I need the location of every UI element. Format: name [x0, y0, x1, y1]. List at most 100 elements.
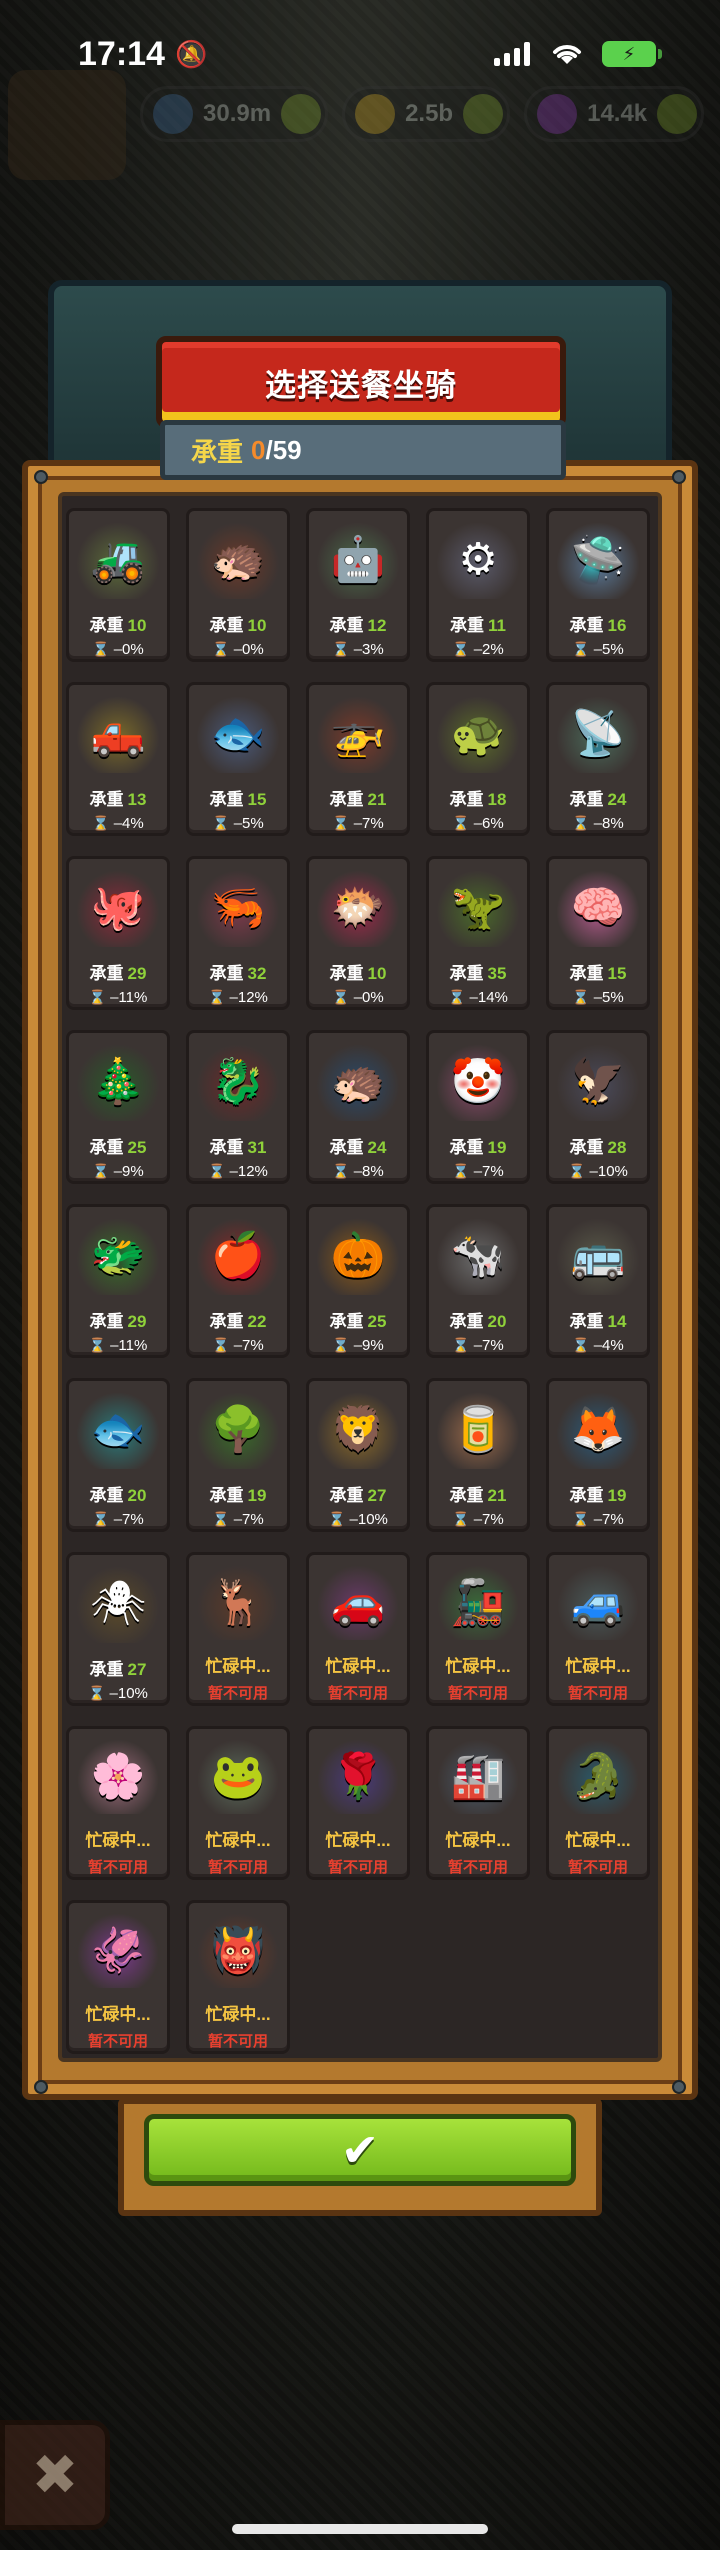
- mount-card[interactable]: 🛻 承重 13 ⌛ –4%: [66, 682, 170, 836]
- home-indicator[interactable]: [232, 2524, 488, 2534]
- mount-portrait: 🌹: [317, 1739, 399, 1814]
- mount-card[interactable]: 🛸 承重 16 ⌛ –5%: [546, 508, 650, 662]
- mount-card[interactable]: 🐲 承重 29 ⌛ –11%: [66, 1204, 170, 1358]
- resource-bar: 30.9m 2.5b 14.4k: [140, 86, 705, 142]
- confirm-button[interactable]: ✔: [144, 2114, 576, 2186]
- capacity-value: 10: [367, 964, 387, 983]
- mount-capacity: 承重 22: [210, 1307, 267, 1332]
- capacity-value: 22: [247, 1312, 267, 1331]
- mount-unavailable-note: 暂不可用: [447, 1685, 508, 1702]
- mount-busy-status: 忙碌中...: [205, 2005, 271, 2024]
- mount-card[interactable]: 🚂 忙碌中... 暂不可用: [426, 1552, 530, 1706]
- capacity-value: 15: [247, 790, 267, 809]
- add-resource-button[interactable]: [657, 94, 698, 134]
- mount-card[interactable]: 🍎 承重 22 ⌛ –7%: [186, 1204, 290, 1358]
- hourglass-icon: ⌛: [92, 815, 110, 831]
- hourglass-icon: ⌛: [88, 1685, 106, 1701]
- mount-unavailable-note: 暂不可用: [567, 1685, 628, 1702]
- mount-card[interactable]: 🐟 承重 20 ⌛ –7%: [66, 1378, 170, 1532]
- mount-time-bonus: ⌛ –7%: [212, 1511, 263, 1528]
- mount-card[interactable]: 🐊 忙碌中... 暂不可用: [546, 1726, 650, 1880]
- mount-unavailable-note: 暂不可用: [447, 1859, 508, 1876]
- mount-icon: 🐸: [210, 1751, 266, 1801]
- mount-card[interactable]: 🚗 忙碌中... 暂不可用: [306, 1552, 410, 1706]
- mount-card[interactable]: 🏭 忙碌中... 暂不可用: [426, 1726, 530, 1880]
- time-reduction-value: –7%: [233, 1337, 264, 1354]
- add-resource-button[interactable]: [281, 94, 322, 134]
- mount-card[interactable]: 🦐 承重 32 ⌛ –12%: [186, 856, 290, 1010]
- mount-card[interactable]: 🦖 承重 35 ⌛ –14%: [426, 856, 530, 1010]
- capacity-label: 承重: [449, 964, 484, 983]
- mount-card[interactable]: 🌹 忙碌中... 暂不可用: [306, 1726, 410, 1880]
- hourglass-icon: ⌛: [568, 1163, 586, 1179]
- mount-portrait: 🐊: [557, 1739, 639, 1814]
- mount-time-bonus: ⌛ –7%: [452, 1163, 503, 1180]
- mount-icon: 🦅: [570, 1057, 626, 1106]
- mount-card[interactable]: 🦊 承重 19 ⌛ –7%: [546, 1378, 650, 1532]
- mount-icon: 🌳: [210, 1405, 266, 1454]
- hourglass-icon: ⌛: [332, 1163, 350, 1179]
- mount-card[interactable]: 🚌 承重 14 ⌛ –4%: [546, 1204, 650, 1358]
- hourglass-icon: ⌛: [448, 989, 466, 1005]
- mount-card[interactable]: 🐟 承重 15 ⌛ –5%: [186, 682, 290, 836]
- mount-portrait: 🦊: [557, 1391, 639, 1469]
- mount-capacity: 承重 20: [450, 1307, 507, 1332]
- mount-card[interactable]: 🦅 承重 28 ⌛ –10%: [546, 1030, 650, 1184]
- mount-time-bonus: ⌛ –4%: [572, 1337, 623, 1354]
- mount-portrait: 🛸: [557, 521, 639, 599]
- mount-portrait: 🐡: [317, 869, 399, 947]
- mount-card[interactable]: 🚙 忙碌中... 暂不可用: [546, 1552, 650, 1706]
- capacity-value: 24: [367, 1138, 387, 1157]
- mount-card[interactable]: ⚙ 承重 11 ⌛ –2%: [426, 508, 530, 662]
- mount-card[interactable]: 🧠 承重 15 ⌛ –5%: [546, 856, 650, 1010]
- time-reduction-value: –10%: [109, 1685, 148, 1702]
- mount-card[interactable]: 🐄 承重 20 ⌛ –7%: [426, 1204, 530, 1358]
- mount-icon: 🦑: [90, 1925, 146, 1975]
- mount-card[interactable]: 👹 忙碌中... 暂不可用: [186, 1900, 290, 2054]
- mount-card[interactable]: 🐸 忙碌中... 暂不可用: [186, 1726, 290, 1880]
- mount-card[interactable]: 📡 承重 24 ⌛ –8%: [546, 682, 650, 836]
- mount-card[interactable]: 🦁 承重 27 ⌛ –10%: [306, 1378, 410, 1532]
- mount-card[interactable]: 🥫 承重 21 ⌛ –7%: [426, 1378, 530, 1532]
- capacity-label: 承重: [569, 1486, 604, 1505]
- mount-card[interactable]: 🤡 承重 19 ⌛ –7%: [426, 1030, 530, 1184]
- time-reduction-value: –11%: [110, 1337, 148, 1354]
- mount-icon: 🛻: [90, 709, 146, 758]
- mount-card[interactable]: 🌸 忙碌中... 暂不可用: [66, 1726, 170, 1880]
- mount-portrait: 📡: [557, 695, 639, 773]
- mount-card[interactable]: 🐙 承重 29 ⌛ –11%: [66, 856, 170, 1010]
- hourglass-icon: ⌛: [88, 1337, 107, 1353]
- mount-card[interactable]: 🐡 承重 10 ⌛ –0%: [306, 856, 410, 1010]
- mount-card[interactable]: 🐢 承重 18 ⌛ –6%: [426, 682, 530, 836]
- mount-icon: 🎃: [330, 1231, 386, 1280]
- mount-capacity: 承重 24: [330, 1133, 387, 1158]
- mount-icon: 🐲: [90, 1231, 146, 1280]
- mount-card[interactable]: 🚜 承重 10 ⌛ –0%: [66, 508, 170, 662]
- mount-card[interactable]: 🎃 承重 25 ⌛ –9%: [306, 1204, 410, 1358]
- mount-card[interactable]: 🚁 承重 21 ⌛ –7%: [306, 682, 410, 836]
- mount-card[interactable]: 🦔 承重 24 ⌛ –8%: [306, 1030, 410, 1184]
- mount-card[interactable]: 🦔 承重 10 ⌛ –0%: [186, 508, 290, 662]
- add-resource-button[interactable]: [463, 94, 504, 134]
- mount-portrait: 🐟: [197, 695, 279, 773]
- capacity-label: 承重: [329, 964, 364, 983]
- mount-icon: 🐟: [210, 709, 266, 758]
- mount-card[interactable]: 🦑 忙碌中... 暂不可用: [66, 1900, 170, 2054]
- mount-time-bonus: ⌛ –7%: [572, 1511, 623, 1528]
- capacity-label: 承重: [329, 790, 364, 809]
- mount-card[interactable]: 🦌 忙碌中... 暂不可用: [186, 1552, 290, 1706]
- close-button[interactable]: ✖: [0, 2420, 110, 2530]
- mount-time-bonus: ⌛ –10%: [328, 1511, 388, 1528]
- time-reduction-value: –11%: [110, 989, 148, 1006]
- mount-icon: 🤡: [450, 1057, 506, 1106]
- mount-card[interactable]: 🎄 承重 25 ⌛ –9%: [66, 1030, 170, 1184]
- mount-card[interactable]: 🕷 承重 27 ⌛ –10%: [66, 1552, 170, 1706]
- capacity-value: 19: [247, 1486, 267, 1505]
- capacity-value: 29: [127, 964, 147, 983]
- player-avatar[interactable]: [8, 70, 126, 180]
- mount-card[interactable]: 🌳 承重 19 ⌛ –7%: [186, 1378, 290, 1532]
- hourglass-icon: ⌛: [208, 989, 226, 1005]
- mount-card[interactable]: 🤖 承重 12 ⌛ –3%: [306, 508, 410, 662]
- mount-card[interactable]: 🐉 承重 31 ⌛ –12%: [186, 1030, 290, 1184]
- mount-icon: 🦖: [450, 883, 506, 932]
